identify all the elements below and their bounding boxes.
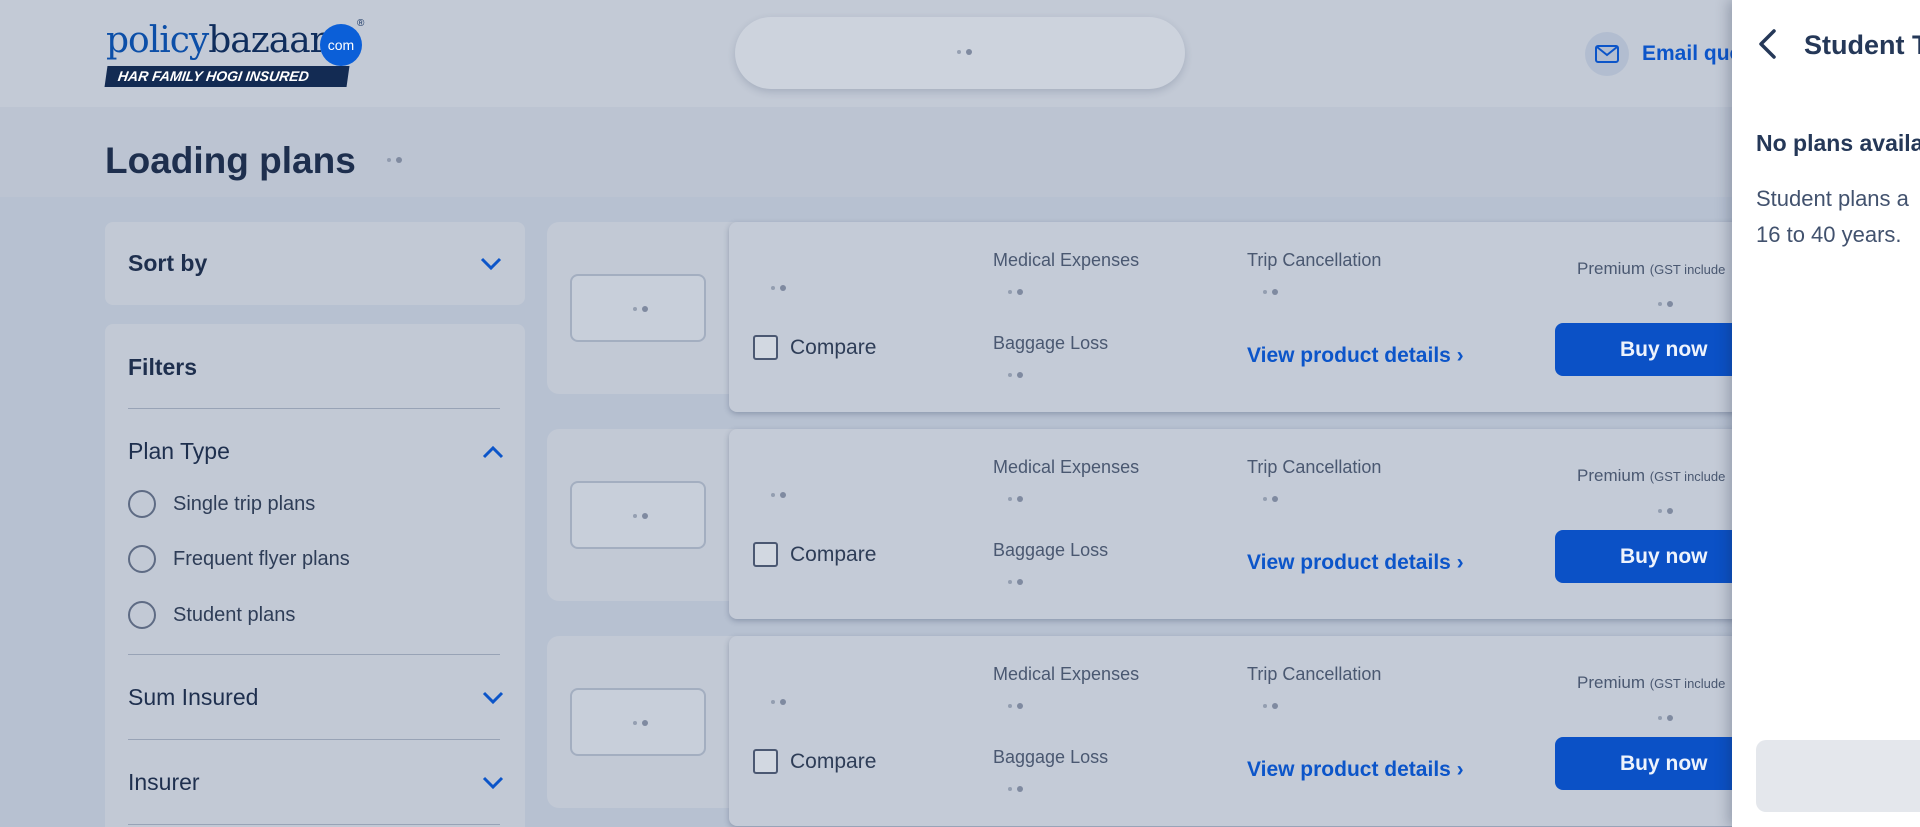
compare-checkbox[interactable]: Compare [753,542,876,567]
divider [128,654,500,655]
insurer-logo-panel [547,636,747,808]
page-title: Loading plans [105,140,356,181]
radio-button[interactable] [128,601,156,629]
compare-checkbox[interactable]: Compare [753,335,876,360]
insurer-logo-placeholder [570,274,706,342]
compare-checkbox[interactable]: Compare [753,749,876,774]
compare-label: Compare [790,542,877,566]
loading-dots [1008,703,1023,709]
logo-registered-mark: ® [357,18,365,29]
loading-dots [771,699,786,705]
sort-by-dropdown[interactable]: Sort by [105,222,525,305]
buy-now-button[interactable]: Buy now [1555,737,1755,790]
baggage-loss-label: Baggage Loss [993,333,1109,353]
filters-title: Filters [128,354,198,380]
message-line: 16 to 40 years. [1756,222,1902,247]
logo-dot-com: com [320,24,362,66]
logo-wordmark: policybazaar [106,20,327,61]
view-product-details-link[interactable]: View product details › [1247,758,1464,782]
sum-insured-title: Sum Insured [128,684,259,710]
loading-dots [1008,579,1023,585]
plan-type-title: Plan Type [128,438,230,464]
chevron-up-icon [482,445,504,459]
baggage-loss-label: Baggage Loss [993,540,1109,560]
plan-card: Compare Medical Expenses Trip Cancellati… [547,429,1920,619]
plan-card: Compare Medical Expenses Trip Cancellati… [547,636,1920,826]
insurer-logo-panel [547,222,747,394]
insurer-logo-placeholder [570,688,706,756]
compare-label: Compare [790,749,877,773]
loading-dots [1008,786,1023,792]
premium-label: Premium (GST include [1577,259,1726,278]
loading-dots [1658,715,1673,721]
top-header: policybazaar com ® HAR FAMILY HOGI INSUR… [0,0,1920,107]
loading-dots [1263,496,1278,502]
checkbox[interactable] [753,335,778,360]
loading-dots [1658,301,1673,307]
baggage-loss-label: Baggage Loss [993,747,1109,767]
view-product-details-link[interactable]: View product details › [1247,551,1464,575]
radio-label: Frequent flyer plans [173,547,350,570]
insurer-logo-placeholder [570,481,706,549]
view-product-details-link[interactable]: View product details › [1247,344,1464,368]
chevron-down-icon [480,257,502,271]
loading-dots [957,49,972,55]
no-plans-heading: No plans availa [1756,130,1920,156]
divider [128,739,500,740]
compare-label: Compare [790,335,877,359]
medical-expenses-label: Medical Expenses [993,664,1140,684]
email-quote-label: Email quo [1642,42,1743,65]
trip-cancellation-label: Trip Cancellation [1247,250,1382,270]
no-plans-message: Student plans a 16 to 40 years. [1756,181,1920,253]
loading-dots [1658,508,1673,514]
filters-panel: Filters Plan Type Single trip plans Freq… [105,324,525,827]
loading-dots [1008,496,1023,502]
loading-dots [1008,289,1023,295]
back-arrow-icon[interactable] [1754,28,1780,60]
chevron-down-icon [482,691,504,705]
medical-expenses-label: Medical Expenses [993,250,1140,270]
chevron-down-icon [482,776,504,790]
premium-label: Premium (GST include [1577,673,1726,692]
checkbox[interactable] [753,542,778,567]
drawer-title: Student T [1804,30,1920,60]
loading-dots [771,492,786,498]
insurer-title: Insurer [128,769,200,795]
divider [128,824,500,825]
radio-button[interactable] [128,490,156,518]
medical-expenses-label: Medical Expenses [993,457,1140,477]
radio-frequent-flyer[interactable]: Frequent flyer plans [128,545,350,573]
radio-button[interactable] [128,545,156,573]
student-plans-drawer: Student T No plans availa Student plans … [1732,0,1920,827]
buy-now-button[interactable]: Buy now [1555,323,1755,376]
trip-cancellation-label: Trip Cancellation [1247,457,1382,477]
premium-label: Premium (GST include [1577,466,1726,485]
loading-dots [387,157,402,163]
drawer-action-button[interactable] [1756,740,1920,812]
loading-dots [771,285,786,291]
buy-now-button[interactable]: Buy now [1555,530,1755,583]
plan-card: Compare Medical Expenses Trip Cancellati… [547,222,1920,412]
radio-student-plans[interactable]: Student plans [128,601,295,629]
loading-dots [1263,703,1278,709]
radio-label: Single trip plans [173,492,316,515]
radio-label: Student plans [173,603,296,626]
radio-single-trip[interactable]: Single trip plans [128,490,315,518]
loading-dots [1263,289,1278,295]
trip-cancellation-label: Trip Cancellation [1247,664,1382,684]
insurer-logo-panel [547,429,747,601]
mail-icon [1585,32,1629,76]
checkbox[interactable] [753,749,778,774]
logo-tagline: HAR FAMILY HOGI INSURED [104,66,350,87]
sort-by-label: Sort by [128,250,208,276]
divider [128,408,500,409]
header-search-pill[interactable] [735,17,1185,89]
loading-dots [1008,372,1023,378]
message-line: Student plans a [1756,186,1909,211]
email-quote-button[interactable]: Email quo [1585,32,1742,76]
policybazaar-logo[interactable]: policybazaar com ® HAR FAMILY HOGI INSUR… [104,18,366,90]
